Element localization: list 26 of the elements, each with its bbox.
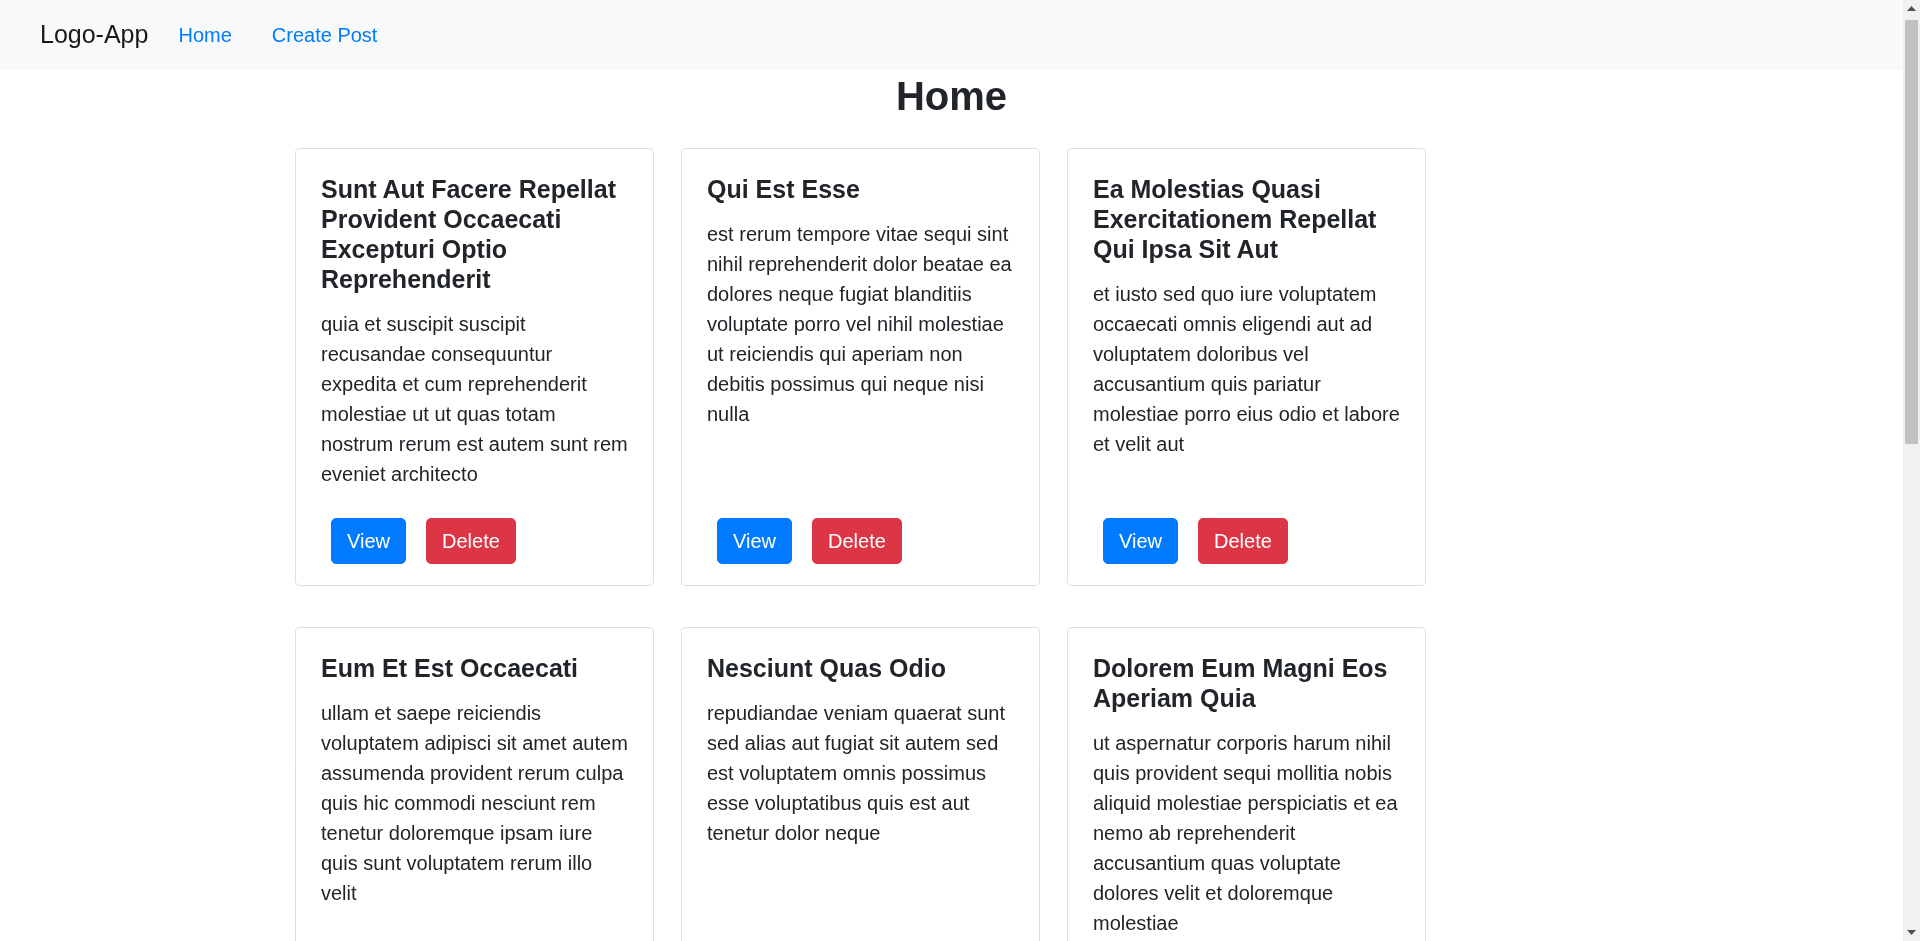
nav-link[interactable]: Create Post [261, 16, 388, 54]
card-title: Dolorem Eum Magni Eos Aperiam Quia [1093, 653, 1389, 713]
card-text: et iusto sed quo iure voluptatem occaecati omnis eligendi aut ad voluptatem doloribus vel accusantium quis pariatur molestiae porro eius odio et labore et velit aut [1093, 282, 1400, 457]
page-title: Home [894, 73, 1009, 120]
card-text: repudiandae veniam quaerat sunt sed alias aut fugiat sit autem sed est voluptatem omnis possimus esse voluptatibus quis est aut tenetur dolor neque [707, 701, 1006, 846]
card-title: Ea Molestias Quasi Exercitationem Repellat Qui Ipsa Sit Aut [1093, 174, 1378, 264]
scroll-up-icon[interactable] [1907, 6, 1916, 11]
card-title: Sunt Aut Facere Repellat Provident Occaecati Excepturi Optio Reprehenderit [321, 174, 617, 294]
brand-logo[interactable]: Logo-App [40, 16, 149, 54]
scrollbar-thumb[interactable] [1905, 20, 1918, 444]
delete-button[interactable]: Delete [426, 518, 516, 564]
card-title: Eum Et Est Occaecati [321, 653, 580, 683]
view-button[interactable]: View [717, 518, 792, 564]
card-title: Nesciunt Quas Odio [707, 653, 947, 683]
card-text: ullam et saepe reiciendis voluptatem adipisci sit amet autem assumenda provident rerum culpa quis hic commodi nesciunt rem tenetur doloremque ipsam iure quis sunt voluptatem rerum illo velit [321, 701, 628, 906]
card-text: quia et suscipit suscipit recusandae consequuntur expedita et cum reprehenderit molestiae ut ut quas totam nostrum rerum est autem sunt rem eveniet architecto [321, 312, 628, 487]
nav-link[interactable]: Home [168, 16, 242, 54]
delete-button[interactable]: Delete [812, 518, 902, 564]
card-title: Qui Est Esse [707, 174, 861, 204]
scroll-down-icon[interactable] [1907, 930, 1916, 935]
delete-button[interactable]: Delete [1198, 518, 1288, 564]
scrollbar-track[interactable] [1903, 0, 1920, 941]
card-text: est rerum tempore vitae sequi sint nihil reprehenderit dolor beatae ea dolores neque fugiat blanditiis voluptate porro vel nihil molestiae ut reiciendis qui aperiam non debitis possimus qui neque nisi nulla [707, 222, 1013, 427]
view-button[interactable]: View [331, 518, 406, 564]
view-button[interactable]: View [1103, 518, 1178, 564]
card-text: ut aspernatur corporis harum nihil quis provident sequi mollitia nobis aliquid molestiae perspiciatis et ea nemo ab reprehenderit accusantium quas voluptate dolores velit et doloremque molestiae [1093, 731, 1399, 936]
